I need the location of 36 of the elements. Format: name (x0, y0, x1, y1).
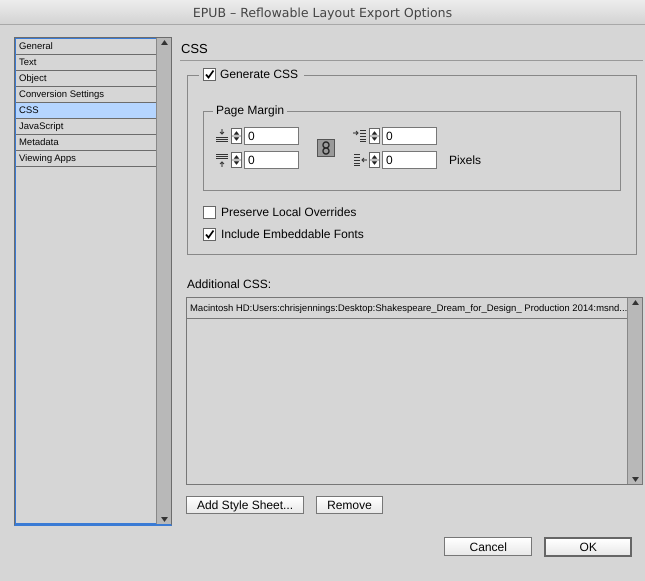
checkbox-label: Preserve Local Overrides (221, 205, 356, 219)
checkbox[interactable] (203, 206, 216, 218)
checkbox-label: Include Embeddable Fonts (221, 227, 364, 241)
margin-field[interactable]: 0 (244, 151, 299, 169)
stepper[interactable] (231, 152, 242, 168)
scroll-down-icon[interactable] (630, 475, 640, 484)
right-margin-icon (353, 153, 367, 167)
unit-label: Pixels (449, 153, 482, 167)
checkbox[interactable] (203, 68, 216, 80)
stepper[interactable] (369, 152, 380, 168)
margin-field[interactable]: 0 (382, 127, 437, 145)
scroll-down-icon[interactable] (160, 515, 168, 524)
scrollbar[interactable] (156, 38, 171, 524)
group-title: Page Margin (213, 103, 288, 117)
list-button[interactable]: Remove (316, 496, 383, 514)
stepper[interactable] (231, 128, 242, 144)
section-title: CSS (180, 37, 644, 61)
stepper[interactable] (369, 128, 380, 144)
scrollbar[interactable] (627, 298, 642, 484)
top-margin-icon (215, 129, 229, 143)
checkbox-label: Generate CSS (220, 67, 298, 81)
margin-field[interactable]: 0 (244, 127, 299, 145)
checkbox[interactable] (203, 228, 216, 240)
bottom-margin-icon (215, 153, 229, 167)
stylesheet-item[interactable]: Macintosh HD:Users:chrisjennings:Desktop:Shakespeare_Dream_for_Design_ Production 2014:msnd... (187, 298, 628, 319)
link-icon[interactable] (317, 139, 335, 157)
margin-field[interactable]: 0 (382, 151, 437, 169)
sidebar-item[interactable]: CSS (16, 103, 156, 119)
left-margin-icon (353, 129, 367, 143)
field-label: Additional CSS: (187, 277, 272, 291)
scroll-up-icon[interactable] (160, 38, 168, 47)
ok-button[interactable]: OK (544, 537, 632, 557)
list-button[interactable]: Add Style Sheet... (186, 496, 304, 514)
scroll-up-icon[interactable] (630, 298, 640, 307)
cancel-button[interactable]: Cancel (444, 537, 532, 556)
window-title: EPUB – Reflowable Layout Export Options (192, 4, 452, 20)
